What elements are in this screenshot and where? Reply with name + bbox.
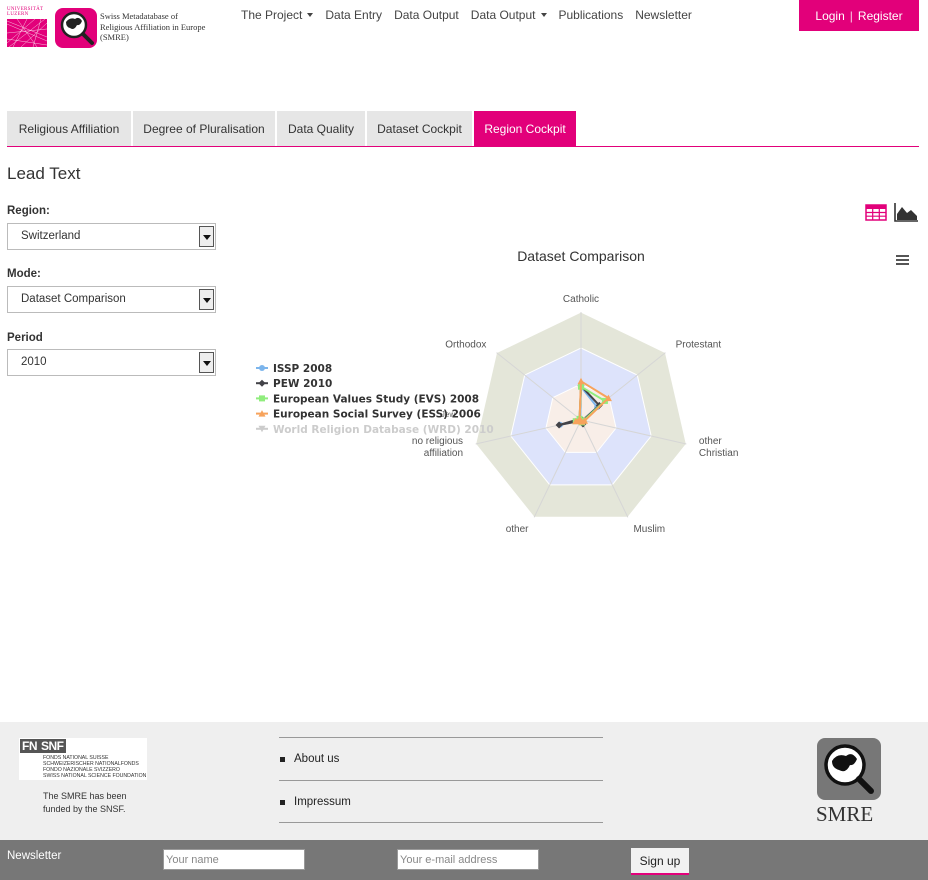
legend-item[interactable]: PEW 2010: [256, 378, 332, 390]
hamburger-menu-icon[interactable]: [895, 252, 911, 266]
funded-text: The SMRE has been funded by the SNSF.: [43, 791, 127, 814]
caret-down-icon: [540, 13, 547, 17]
category-label-line: Muslim: [633, 524, 665, 535]
signup-button[interactable]: Sign up: [631, 848, 689, 875]
nav-label: Data Output: [470, 8, 536, 22]
legend-marker: [259, 365, 265, 371]
snf-logo-abbr: FN SNF: [20, 739, 66, 753]
login-register-box: Login | Register: [799, 0, 919, 31]
main-nav: The Project Data Entry Data Output Data …: [235, 8, 698, 24]
university-logo-graphic: [7, 19, 47, 47]
smre-logo-text: SMRE: [816, 802, 874, 826]
region-select[interactable]: Switzerland: [7, 223, 216, 250]
brand-text: Swiss Metadatabase of Religious Affiliat…: [100, 11, 206, 42]
tab-dataset-cockpit[interactable]: Dataset Cockpit: [367, 111, 472, 146]
footer-link-label: Impressum: [294, 795, 351, 808]
category-label-line: other: [699, 436, 722, 447]
legend-label: PEW 2010: [273, 378, 332, 390]
region-value: Switzerland: [21, 230, 81, 242]
mode-value: Dataset Comparison: [21, 293, 126, 305]
chart-title: Dataset Comparison: [517, 248, 645, 264]
site-header: UNIVERSITÄT LUZERN Swiss Metadatabase of…: [0, 0, 928, 50]
table-icon[interactable]: [865, 204, 887, 221]
period-label: Period: [7, 332, 43, 344]
footer-link-about-us[interactable]: About us: [279, 737, 603, 780]
legend-marker: [259, 395, 265, 402]
legend-item[interactable]: World Religion Database (WRD) 2010: [256, 424, 494, 436]
category-label: no religious affiliation: [412, 436, 463, 459]
nav-item-data-output[interactable]: Data Output: [388, 8, 465, 24]
category-label-line: other: [506, 524, 529, 535]
smre-magnifier-icon: [817, 738, 881, 800]
bullet-icon: [280, 757, 285, 762]
university-logo-text: UNIVERSITÄT LUZERN: [7, 7, 44, 17]
nav-item-newsletter[interactable]: Newsletter: [629, 8, 698, 24]
category-label: Catholic: [563, 294, 599, 305]
tab-bar: Religious Affiliation Degree of Pluralis…: [7, 111, 919, 147]
site-footer: FN SNF FONDS NATIONAL SUISSE SCHWEIZERISC…: [0, 722, 928, 840]
name-input[interactable]: [163, 849, 305, 870]
smre-logo-icon[interactable]: [55, 8, 97, 48]
dropdown-arrow-icon[interactable]: [199, 352, 214, 373]
category-label: Muslim: [633, 524, 665, 535]
legend-marker: [258, 379, 266, 387]
category-label: Orthodox: [445, 340, 486, 351]
legend-item[interactable]: ISSP 2008: [256, 363, 332, 375]
region-label: Region:: [7, 205, 50, 217]
university-logo[interactable]: UNIVERSITÄT LUZERN: [7, 7, 47, 47]
legend-label: ISSP 2008: [273, 363, 332, 375]
period-value: 2010: [21, 356, 47, 368]
nav-item-the-project[interactable]: The Project: [235, 8, 319, 24]
category-label-line: affiliation: [424, 448, 463, 459]
caret-down-icon: [307, 13, 314, 17]
mode-label: Mode:: [7, 268, 41, 280]
category-label-line: no religious: [412, 436, 463, 447]
tab-region-cockpit[interactable]: Region Cockpit: [474, 111, 576, 146]
nav-item-data-output-dropdown[interactable]: Data Output: [465, 8, 553, 24]
nav-item-publications[interactable]: Publications: [553, 8, 630, 24]
tab-religious-affiliation[interactable]: Religious Affiliation: [7, 111, 131, 146]
newsletter-bar: Newsletter Sign up: [0, 840, 928, 880]
area-chart-icon[interactable]: [893, 202, 919, 223]
login-link[interactable]: Login: [815, 9, 844, 23]
category-label-line: Protestant: [676, 340, 722, 351]
category-label: Protestant: [676, 340, 722, 351]
dropdown-arrow-icon[interactable]: [199, 289, 214, 310]
snf-logo[interactable]: FN SNF FONDS NATIONAL SUISSE SCHWEIZERISC…: [19, 738, 147, 780]
category-label: other Christian: [699, 436, 738, 459]
snf-logo-line: SWISS NATIONAL SCIENCE FOUNDATION: [43, 773, 147, 779]
footer-link-impressum[interactable]: Impressum: [279, 780, 603, 823]
nav-label: The Project: [241, 8, 303, 22]
snf-abbr-2: SNF: [39, 739, 66, 753]
radar-chart: Dataset Comparison Catholic Protestant oth…: [256, 248, 738, 535]
category-label: other: [506, 524, 529, 535]
lead-text: Lead Text: [7, 164, 81, 183]
footer-link-label: About us: [294, 753, 340, 765]
legend-label: European Values Study (EVS) 2008: [273, 393, 479, 405]
register-link[interactable]: Register: [858, 9, 903, 23]
period-select[interactable]: 2010: [7, 349, 216, 376]
legend-label: European Social Survey (ESS) 2006: [273, 409, 481, 421]
category-label-line: Orthodox: [445, 340, 486, 351]
footer-links: About us Impressum: [279, 737, 603, 823]
newsletter-label: Newsletter: [7, 850, 62, 862]
category-label-line: Catholic: [563, 294, 599, 305]
bullet-icon: [280, 800, 285, 805]
mode-select[interactable]: Dataset Comparison: [7, 286, 216, 313]
tab-degree-of-pluralisation[interactable]: Degree of Pluralisation: [133, 111, 275, 146]
snf-abbr-1: FN: [20, 739, 39, 753]
legend-label: World Religion Database (WRD) 2010: [273, 424, 494, 436]
separator: |: [849, 8, 853, 23]
dropdown-arrow-icon[interactable]: [199, 226, 214, 247]
tab-data-quality[interactable]: Data Quality: [277, 111, 365, 146]
nav-item-data-entry[interactable]: Data Entry: [319, 8, 388, 24]
email-input[interactable]: [397, 849, 539, 870]
legend-item[interactable]: European Values Study (EVS) 2008: [256, 393, 479, 405]
legend-item[interactable]: European Social Survey (ESS) 2006: [256, 409, 481, 421]
smre-footer-logo[interactable]: SMRE: [812, 738, 892, 826]
category-label-line: Christian: [699, 448, 738, 459]
